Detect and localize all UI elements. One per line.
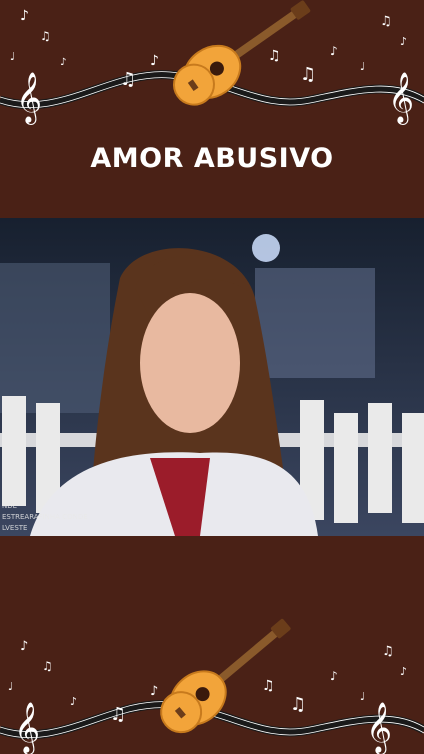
svg-text:♩: ♩ <box>8 680 13 693</box>
light-icon <box>252 234 280 262</box>
page-title: AMOR ABUSIVO <box>90 143 334 174</box>
svg-text:♪: ♪ <box>150 53 159 69</box>
svg-text:♫: ♫ <box>40 29 51 43</box>
treble-clef-icon: 𝄞 <box>14 702 40 754</box>
svg-text:♩: ♩ <box>360 690 365 703</box>
treble-clef-icon: 𝄞 <box>366 702 392 754</box>
svg-text:♫: ♫ <box>380 14 392 29</box>
video-caption-line: NDE <box>2 502 18 510</box>
svg-text:♪: ♪ <box>330 44 338 58</box>
svg-text:♫: ♫ <box>42 659 53 673</box>
svg-text:♪: ♪ <box>400 665 407 678</box>
svg-text:♫: ♫ <box>120 69 136 90</box>
svg-text:♩: ♩ <box>10 50 15 63</box>
video-caption-line: ESTREARAFINHA CONDE <box>2 513 88 521</box>
svg-text:♩: ♩ <box>360 60 365 73</box>
svg-text:♪: ♪ <box>20 8 29 24</box>
video-player[interactable]: NDE ESTREARAFINHA CONDE LVESTE <box>0 218 424 536</box>
video-caption-line: LVESTE <box>2 524 28 532</box>
svg-text:♪: ♪ <box>330 669 338 683</box>
guitar-icon <box>160 618 291 734</box>
svg-text:♪: ♪ <box>20 639 28 654</box>
treble-clef-icon: 𝄞 <box>16 72 42 125</box>
svg-text:♪: ♪ <box>400 35 407 48</box>
svg-text:♫: ♫ <box>110 704 126 725</box>
svg-text:♫: ♫ <box>290 694 306 715</box>
svg-text:♫: ♫ <box>262 678 275 694</box>
svg-text:♪: ♪ <box>60 57 66 68</box>
svg-text:♫: ♫ <box>300 64 316 85</box>
treble-clef-icon: 𝄞 <box>388 72 414 125</box>
video-frame-illustration <box>0 218 424 536</box>
svg-text:♪: ♪ <box>150 684 158 699</box>
svg-text:♫: ♫ <box>268 48 281 64</box>
svg-text:♫: ♫ <box>382 644 394 659</box>
svg-text:♪: ♪ <box>70 695 77 708</box>
top-music-decoration: 𝄞 𝄞 ♪ ♫ ♩ ♪ ♫ ♪ ♫ ♫ ♪ ♫ ♪ ♩ <box>0 0 424 125</box>
bottom-music-decoration: 𝄞 𝄞 ♪ ♫ ♩ ♪ ♫ ♪ ♫ ♫ ♪ ♫ ♪ ♩ <box>0 618 424 754</box>
